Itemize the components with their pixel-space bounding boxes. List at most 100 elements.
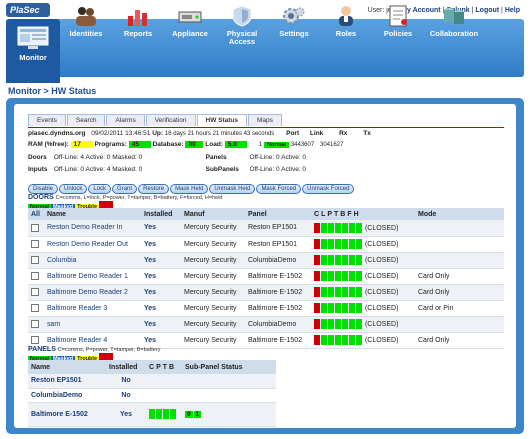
nav-collaboration[interactable]: Collaboration [424, 4, 484, 38]
door-name[interactable]: Columbia [44, 252, 141, 269]
nav-reports[interactable]: Reports [112, 4, 164, 38]
tab-alarms[interactable]: Alarms [106, 114, 145, 126]
row-select-cell [28, 268, 44, 285]
status-light [321, 319, 327, 329]
status-light [314, 287, 320, 297]
door-name[interactable]: Reston Demo Reader Out [44, 236, 141, 253]
tab-search[interactable]: Search [66, 114, 106, 126]
door-manuf: Mercury Security [181, 220, 245, 237]
status-light [349, 303, 355, 313]
uptime-value: 16 days 21 hours 21 minutes 43 seconds [164, 131, 275, 137]
panel-name[interactable]: Reston EP1501 [28, 374, 106, 389]
status-light [342, 271, 348, 281]
unmask-forced-button[interactable]: Unmask Forced [302, 184, 355, 194]
panels-legend-alarm [99, 353, 114, 360]
door-installed: Yes [141, 284, 181, 301]
row-checkbox[interactable] [31, 288, 39, 296]
panel-subpanel-status: 01 [182, 402, 276, 427]
status-light [321, 303, 327, 313]
row-checkbox[interactable] [31, 240, 39, 248]
breadcrumb: Monitor > HW Status [8, 86, 97, 96]
door-name[interactable]: sam [44, 316, 141, 333]
nav-identities[interactable]: Identities [60, 4, 112, 38]
door-manuf: Mercury Security [181, 300, 245, 317]
tab-verification[interactable]: Verification [145, 114, 196, 126]
status-light [321, 287, 327, 297]
unmask-held-button[interactable]: Unmask Held [209, 184, 256, 194]
mask-forced-button[interactable]: Mask Forced [256, 184, 302, 194]
door-panel: Baltimore E-1502 [245, 332, 311, 349]
doors-summary-row: Doors Off-Line: 4 Active: 0 Masked: 0 Pa… [28, 154, 306, 161]
panel-name[interactable]: ColumbiaDemo [28, 388, 106, 403]
row-checkbox[interactable] [31, 304, 39, 312]
tab-events[interactable]: Events [28, 114, 66, 126]
disable-button[interactable]: Disable [28, 184, 59, 194]
status-light [328, 319, 334, 329]
col-all[interactable]: All [28, 208, 44, 220]
tx-label: Tx [363, 130, 371, 137]
door-name[interactable]: Baltimore Demo Reader 1 [44, 268, 141, 285]
programs-value: 45 [128, 141, 151, 148]
subpanels-summary-label: SubPanels [205, 166, 239, 173]
nav-identities-label: Identities [69, 29, 103, 38]
status-light [356, 222, 362, 233]
panels-summary-stats: Off-Line: 0 Active: 0 [249, 154, 307, 161]
col-panel: Panel [245, 208, 311, 220]
status-light [356, 303, 362, 313]
door-mode [415, 220, 504, 237]
pcol-p: P [156, 363, 163, 371]
door-panel: ColumbiaDemo [245, 252, 311, 269]
panel-subpanel-status [182, 374, 276, 389]
unlock-button[interactable]: Unlock [59, 184, 88, 194]
status-light [335, 271, 341, 281]
status-light [328, 287, 334, 297]
nav-settings[interactable]: Settings [268, 4, 320, 38]
help-link[interactable]: Help [505, 7, 520, 14]
nav-physical-access[interactable]: Physical Access [216, 4, 268, 46]
table-row: Reston Demo Reader In Yes Mercury Security… [28, 220, 504, 237]
restore-button[interactable]: Restore [138, 184, 170, 194]
panels-summary-label: Panels [205, 154, 227, 161]
door-name[interactable]: Baltimore Reader 3 [44, 300, 141, 317]
row-checkbox[interactable] [31, 320, 39, 328]
row-checkbox[interactable] [31, 223, 39, 232]
door-status-lights [314, 319, 363, 329]
col-name: Name [44, 208, 141, 220]
door-name[interactable]: Baltimore Demo Reader 2 [44, 284, 141, 301]
row-select-cell [28, 316, 44, 333]
subpanel-badge: 1 [193, 410, 202, 418]
panels-legend: Normal Masked Trouble [28, 353, 114, 363]
door-manuf: Mercury Security [181, 252, 245, 269]
status-light [335, 222, 341, 233]
grant-button[interactable]: Grant [112, 184, 138, 194]
policies-icon [389, 5, 407, 27]
row-checkbox[interactable] [31, 336, 39, 344]
doors-table: All Name Installed Manuf Panel CLPTBFH M… [28, 208, 504, 349]
door-name[interactable]: Reston Demo Reader In [44, 220, 141, 237]
status-light [314, 239, 320, 249]
tab-maps[interactable]: Maps [248, 114, 282, 126]
lock-button[interactable]: Lock [88, 184, 112, 194]
monitor-icon [17, 26, 49, 49]
row-checkbox[interactable] [31, 272, 39, 280]
rx-value: 3443607 [290, 142, 315, 148]
door-status-cell: (CLOSED) [311, 316, 415, 333]
nav-appliance[interactable]: Appliance [164, 4, 216, 38]
door-status-cell: (CLOSED) [311, 284, 415, 301]
row-select-cell [28, 252, 44, 269]
tab-hw-status[interactable]: HW Status [196, 114, 248, 126]
nav-monitor[interactable]: Monitor [6, 19, 60, 83]
door-action-buttons: Disable Unlock Lock Grant Restore Mask Held Un… [28, 184, 355, 194]
mask-held-button[interactable]: Mask Held [170, 184, 209, 194]
row-checkbox[interactable] [31, 256, 39, 264]
status-light [349, 287, 355, 297]
door-status-lights [314, 303, 363, 313]
port-value: 1 [258, 141, 263, 148]
nav-settings-label: Settings [279, 29, 309, 38]
nav-policies[interactable]: Policies [372, 4, 424, 38]
panel-name[interactable]: Baltimore E-1502 [28, 402, 106, 427]
roles-icon [339, 6, 353, 26]
nav-roles[interactable]: Roles [320, 4, 372, 38]
col-c: C [314, 210, 322, 218]
status-light [349, 335, 355, 345]
